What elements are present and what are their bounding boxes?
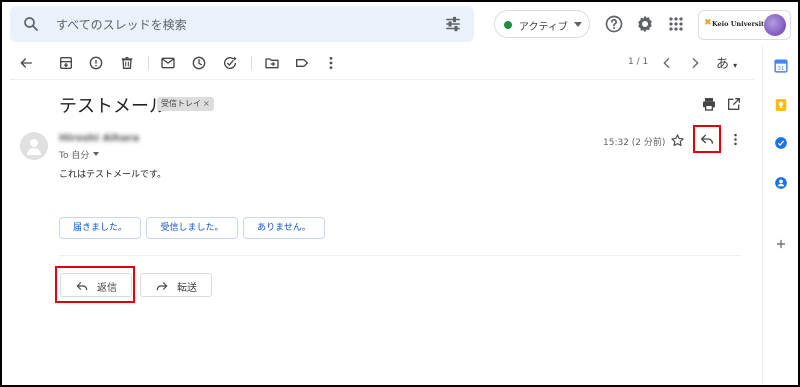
svg-text:31: 31 — [778, 66, 785, 72]
search-options-icon[interactable] — [444, 15, 462, 33]
forward-label: 転送 — [177, 283, 197, 294]
contacts-icon[interactable] — [774, 176, 788, 190]
apps-grid-icon[interactable] — [666, 14, 686, 34]
delete-icon[interactable] — [119, 55, 135, 71]
side-panel: 31 — [762, 46, 798, 385]
forward-button[interactable]: 転送 — [140, 273, 212, 297]
reply-button-highlight — [55, 266, 135, 303]
newer-chevron-icon[interactable] — [659, 55, 675, 71]
print-icon[interactable] — [701, 96, 717, 112]
search-input[interactable]: すべてのスレッドを検索 — [56, 16, 187, 33]
help-icon[interactable] — [604, 14, 624, 34]
move-to-icon[interactable] — [264, 55, 280, 71]
remove-label-icon[interactable]: × — [203, 99, 210, 108]
message-timestamp: 15:32 (2 分前) — [603, 138, 666, 148]
show-details-icon[interactable] — [93, 152, 99, 156]
page-counter: 1 / 1 — [628, 57, 649, 67]
calendar-icon[interactable]: 31 — [774, 59, 788, 73]
smart-reply-chip[interactable]: ありません。 — [243, 217, 325, 239]
message-more-icon[interactable] — [728, 132, 743, 147]
organization-name: Keio University — [712, 20, 768, 28]
sender-name[interactable]: Hiroshi Aihara — [59, 133, 139, 144]
message-toolbar: 1 / 1 あ ▾ — [10, 46, 754, 80]
input-tools-button[interactable]: あ ▾ — [716, 53, 737, 72]
tasks-icon[interactable] — [774, 136, 788, 150]
avatar[interactable] — [764, 14, 786, 36]
toolbar-divider — [251, 56, 252, 70]
gear-icon[interactable] — [635, 14, 655, 34]
smart-reply-chip[interactable]: 届きました。 — [59, 217, 141, 239]
add-task-icon[interactable] — [222, 55, 238, 71]
chevron-down-icon: ▾ — [733, 61, 738, 70]
search-icon[interactable] — [22, 15, 40, 33]
status-selector[interactable]: アクティブ — [494, 10, 590, 38]
older-chevron-icon[interactable] — [687, 55, 703, 71]
input-tools-label: あ — [716, 57, 730, 72]
forward-arrow-icon — [156, 282, 168, 291]
keep-icon[interactable] — [774, 98, 788, 112]
online-status-dot — [504, 21, 512, 29]
gmail-window: すべてのスレッドを検索 アクティブ ✖ Keio University 1 / … — [0, 0, 800, 387]
label-icon[interactable] — [294, 55, 310, 71]
report-spam-icon[interactable] — [88, 55, 104, 71]
search-bar[interactable]: すべてのスレッドを検索 — [10, 6, 474, 42]
open-new-window-icon[interactable] — [726, 96, 742, 112]
status-label: アクティブ — [519, 22, 568, 33]
add-addon-icon[interactable] — [774, 237, 788, 251]
recipient-line: To 自分 — [59, 151, 90, 161]
snooze-icon[interactable] — [191, 55, 207, 71]
account-switcher[interactable]: ✖ Keio University — [698, 10, 791, 40]
toolbar-divider — [148, 56, 149, 70]
chevron-down-icon — [574, 22, 582, 27]
email-subject: テストメール — [59, 96, 167, 117]
star-icon[interactable] — [670, 133, 685, 148]
divider — [59, 255, 741, 256]
keio-logo: ✖ — [704, 18, 712, 28]
more-options-icon[interactable] — [323, 55, 339, 71]
mark-unread-icon[interactable] — [160, 55, 176, 71]
top-bar: すべてのスレッドを検索 アクティブ ✖ Keio University — [2, 2, 798, 46]
inbox-label-chip: 受信トレイ × — [157, 97, 214, 111]
back-arrow-icon[interactable] — [18, 55, 34, 71]
sender-avatar — [20, 132, 48, 160]
archive-icon[interactable] — [58, 55, 74, 71]
label-chip-text: 受信トレイ — [161, 99, 201, 108]
email-body: これはテストメールです。 — [59, 170, 167, 180]
reply-icon[interactable] — [699, 131, 715, 147]
smart-reply-chip[interactable]: 受信しました。 — [146, 217, 238, 239]
